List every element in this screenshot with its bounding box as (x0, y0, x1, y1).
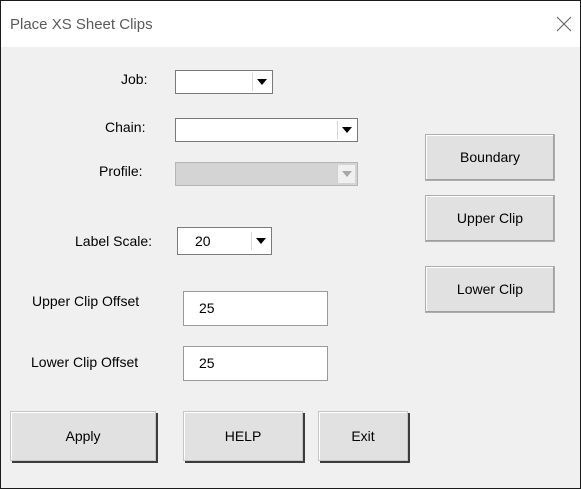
label-scale-label: Label Scale: (75, 233, 153, 249)
chevron-down-icon[interactable] (252, 73, 270, 91)
chevron-down-icon (337, 165, 355, 183)
window-title: Place XS Sheet Clips (10, 16, 153, 33)
exit-button-label: Exit (351, 428, 375, 444)
help-button-label: HELP (224, 428, 262, 444)
chevron-down-icon[interactable] (337, 121, 355, 139)
lower-clip-button-label: Lower Clip (456, 281, 524, 297)
help-button[interactable]: HELP (183, 411, 303, 461)
apply-button[interactable]: Apply (10, 411, 156, 461)
chain-label: Chain: (105, 119, 146, 135)
upper-clip-button-label: Upper Clip (456, 210, 524, 226)
chevron-down-icon[interactable] (251, 232, 269, 250)
lower-clip-offset-value: 25 (199, 355, 215, 371)
dialog-window: Place XS Sheet Clips Job: Chain: Profile… (0, 0, 581, 489)
apply-button-label: Apply (65, 428, 101, 444)
job-dropdown[interactable] (175, 70, 273, 94)
exit-button[interactable]: Exit (318, 411, 408, 461)
job-label: Job: (121, 71, 148, 87)
chain-dropdown[interactable] (175, 118, 358, 142)
boundary-button-label: Boundary (460, 149, 520, 165)
boundary-button[interactable]: Boundary (425, 134, 555, 181)
upper-clip-offset-field[interactable]: 25 (183, 291, 328, 326)
upper-clip-offset-label: Upper Clip Offset (32, 293, 140, 309)
lower-clip-button[interactable]: Lower Clip (425, 266, 555, 313)
lower-clip-offset-label: Lower Clip Offset (31, 354, 139, 370)
profile-label: Profile: (99, 163, 143, 179)
label-scale-value: 20 (195, 233, 211, 249)
close-icon[interactable] (554, 14, 574, 34)
label-scale-dropdown[interactable]: 20 (177, 227, 272, 255)
profile-dropdown (175, 162, 358, 186)
lower-clip-offset-field[interactable]: 25 (183, 346, 328, 381)
upper-clip-offset-value: 25 (199, 300, 215, 316)
title-bar[interactable]: Place XS Sheet Clips (1, 1, 580, 47)
upper-clip-button[interactable]: Upper Clip (425, 195, 555, 242)
